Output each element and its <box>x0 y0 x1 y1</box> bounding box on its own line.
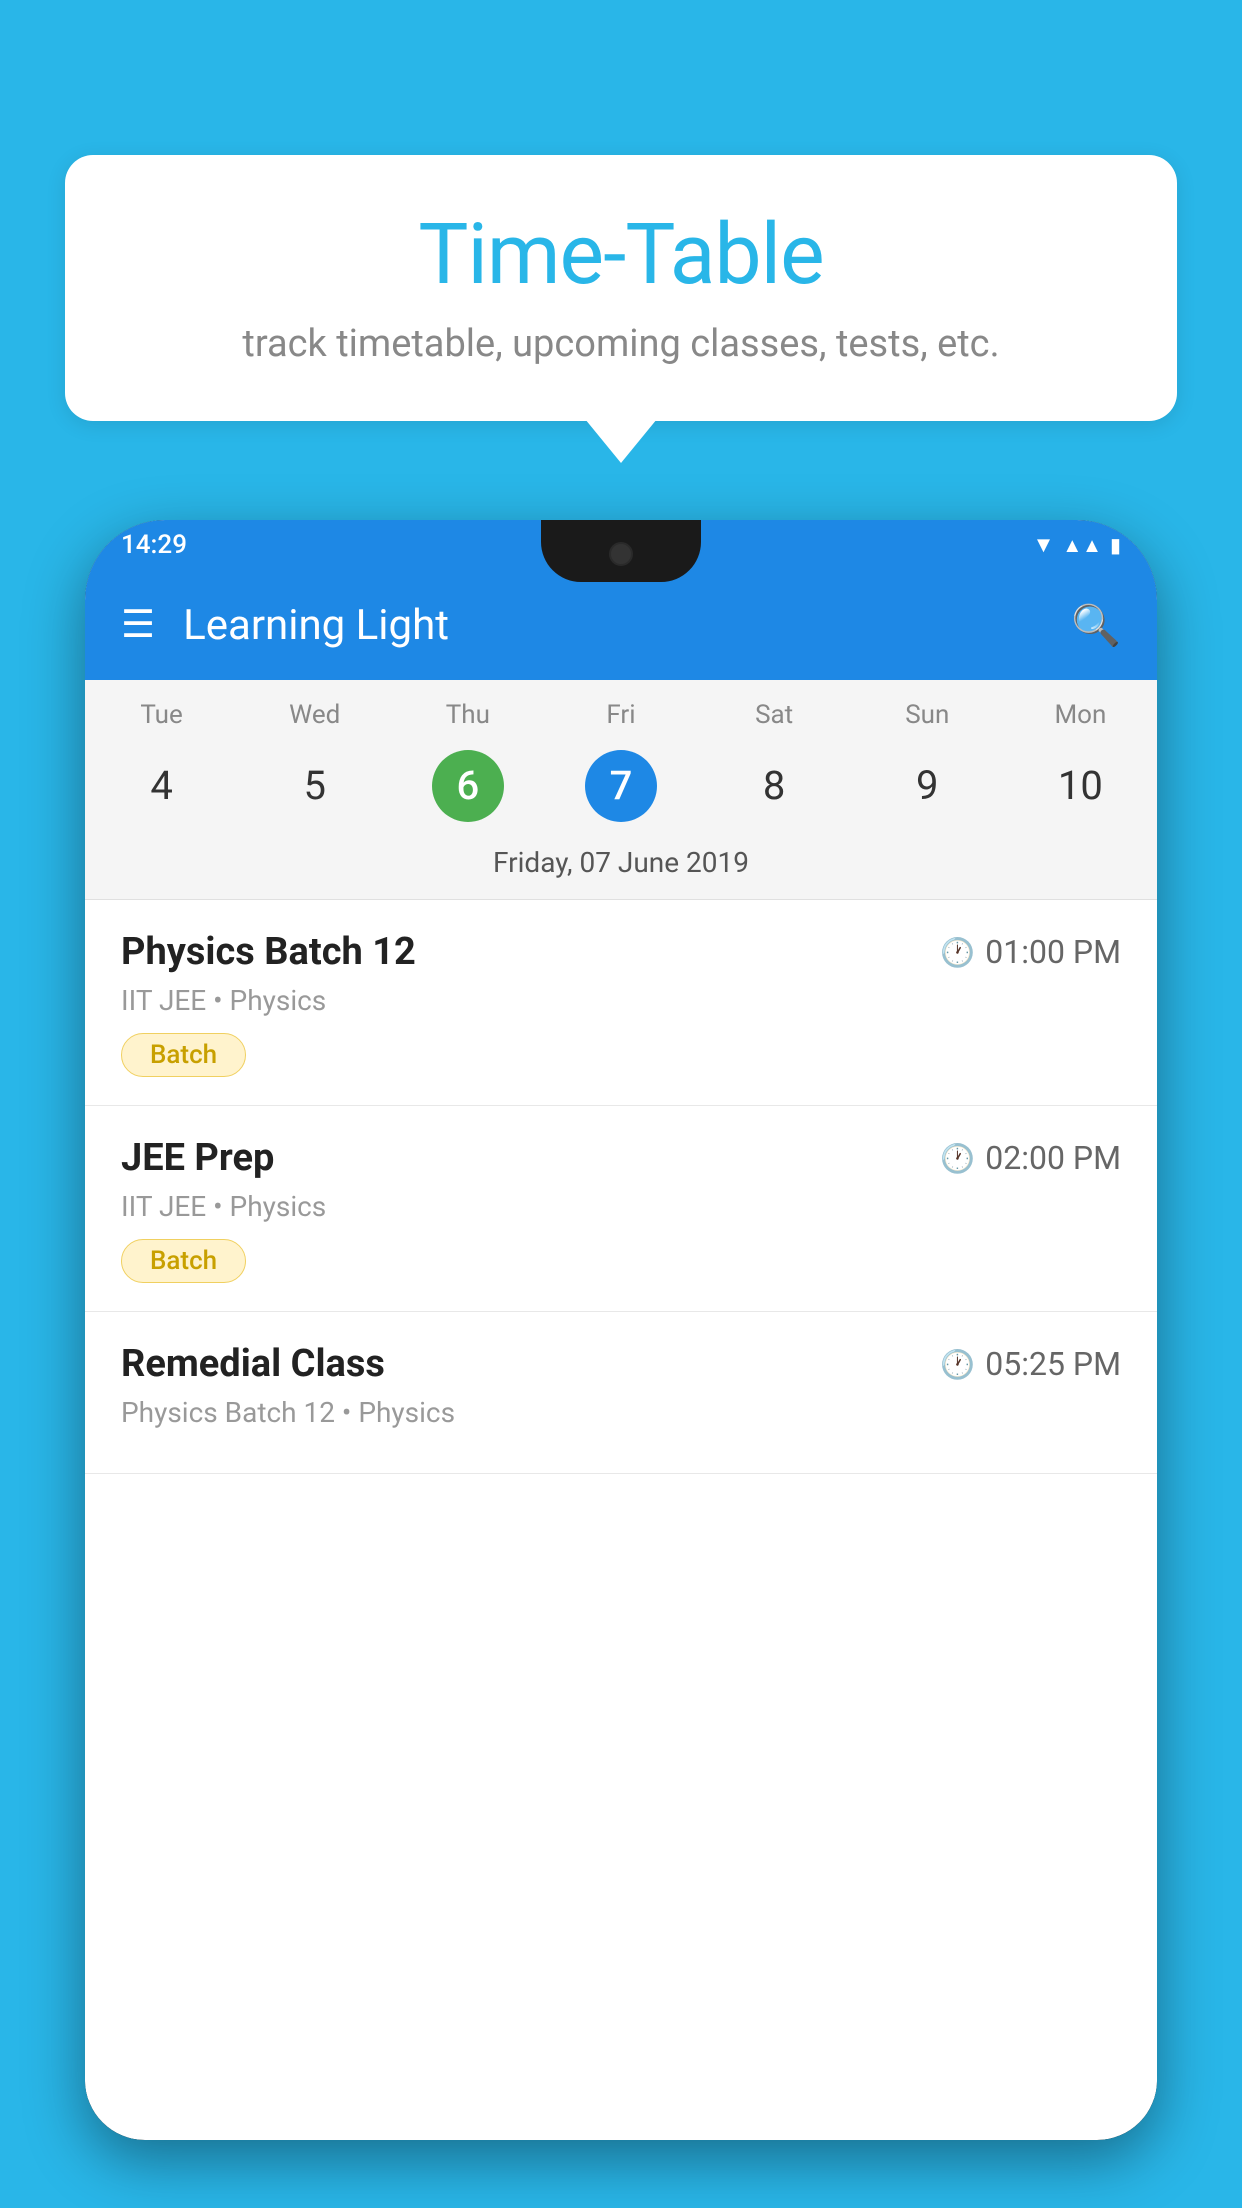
date-7[interactable]: 7 <box>544 750 697 822</box>
item-header-1: Physics Batch 12 🕐 01:00 PM <box>121 930 1121 974</box>
status-icons: ▼ ▲▲ ▮ <box>1033 532 1121 558</box>
app-title: Learning Light <box>183 601 1071 650</box>
clock-icon-2: 🕐 <box>940 1142 975 1175</box>
calendar-section: Tue Wed Thu Fri Sat Sun Mon 4 5 6 7 8 9 … <box>85 680 1157 900</box>
day-fri: Fri <box>544 700 697 730</box>
bubble-subtitle: track timetable, upcoming classes, tests… <box>125 322 1117 366</box>
battery-icon: ▮ <box>1110 533 1121 557</box>
clock-icon-1: 🕐 <box>940 936 975 969</box>
batch-badge-1: Batch <box>121 1033 246 1077</box>
date-6[interactable]: 6 <box>391 750 544 822</box>
date-9[interactable]: 9 <box>851 750 1004 822</box>
day-sun: Sun <box>851 700 1004 730</box>
item-title-3: Remedial Class <box>121 1342 385 1386</box>
day-sat: Sat <box>698 700 851 730</box>
camera <box>609 542 633 566</box>
signal-icon: ▲▲ <box>1062 533 1102 558</box>
date-4[interactable]: 4 <box>85 750 238 822</box>
date-5[interactable]: 5 <box>238 750 391 822</box>
item-time-3: 🕐 05:25 PM <box>940 1345 1121 1383</box>
date-8[interactable]: 8 <box>698 750 851 822</box>
phone-notch <box>541 520 701 582</box>
schedule-item-1[interactable]: Physics Batch 12 🕐 01:00 PM IIT JEE • Ph… <box>85 900 1157 1106</box>
phone-mockup: 14:29 ▼ ▲▲ ▮ ☰ Learning Light 🔍 Tue Wed … <box>85 520 1157 2208</box>
days-header: Tue Wed Thu Fri Sat Sun Mon <box>85 680 1157 740</box>
status-time: 14:29 <box>121 530 187 560</box>
day-wed: Wed <box>238 700 391 730</box>
item-title-1: Physics Batch 12 <box>121 930 416 974</box>
search-icon[interactable]: 🔍 <box>1071 602 1121 649</box>
schedule-item-2[interactable]: JEE Prep 🕐 02:00 PM IIT JEE • Physics Ba… <box>85 1106 1157 1312</box>
date-10[interactable]: 10 <box>1004 750 1157 822</box>
item-meta-1: IIT JEE • Physics <box>121 984 1121 1017</box>
day-tue: Tue <box>85 700 238 730</box>
selected-date-label: Friday, 07 June 2019 <box>85 838 1157 899</box>
item-time-2: 🕐 02:00 PM <box>940 1139 1121 1177</box>
day-thu: Thu <box>391 700 544 730</box>
app-bar: ☰ Learning Light 🔍 <box>85 570 1157 680</box>
date-numbers: 4 5 6 7 8 9 10 <box>85 740 1157 838</box>
time-value-3: 05:25 PM <box>985 1345 1121 1383</box>
speech-bubble: Time-Table track timetable, upcoming cla… <box>65 155 1177 421</box>
item-title-2: JEE Prep <box>121 1136 274 1180</box>
menu-icon[interactable]: ☰ <box>121 606 155 644</box>
item-meta-3: Physics Batch 12 • Physics <box>121 1396 1121 1429</box>
phone-screen: 14:29 ▼ ▲▲ ▮ ☰ Learning Light 🔍 Tue Wed … <box>85 520 1157 2140</box>
item-header-3: Remedial Class 🕐 05:25 PM <box>121 1342 1121 1386</box>
bubble-title: Time-Table <box>125 205 1117 304</box>
phone-frame: 14:29 ▼ ▲▲ ▮ ☰ Learning Light 🔍 Tue Wed … <box>85 520 1157 2140</box>
item-time-1: 🕐 01:00 PM <box>940 933 1121 971</box>
clock-icon-3: 🕐 <box>940 1348 975 1381</box>
wifi-icon: ▼ <box>1033 532 1055 558</box>
time-value-2: 02:00 PM <box>985 1139 1121 1177</box>
item-meta-2: IIT JEE • Physics <box>121 1190 1121 1223</box>
batch-badge-2: Batch <box>121 1239 246 1283</box>
item-header-2: JEE Prep 🕐 02:00 PM <box>121 1136 1121 1180</box>
schedule-container: Physics Batch 12 🕐 01:00 PM IIT JEE • Ph… <box>85 900 1157 2100</box>
time-value-1: 01:00 PM <box>985 933 1121 971</box>
schedule-item-3[interactable]: Remedial Class 🕐 05:25 PM Physics Batch … <box>85 1312 1157 1474</box>
day-mon: Mon <box>1004 700 1157 730</box>
